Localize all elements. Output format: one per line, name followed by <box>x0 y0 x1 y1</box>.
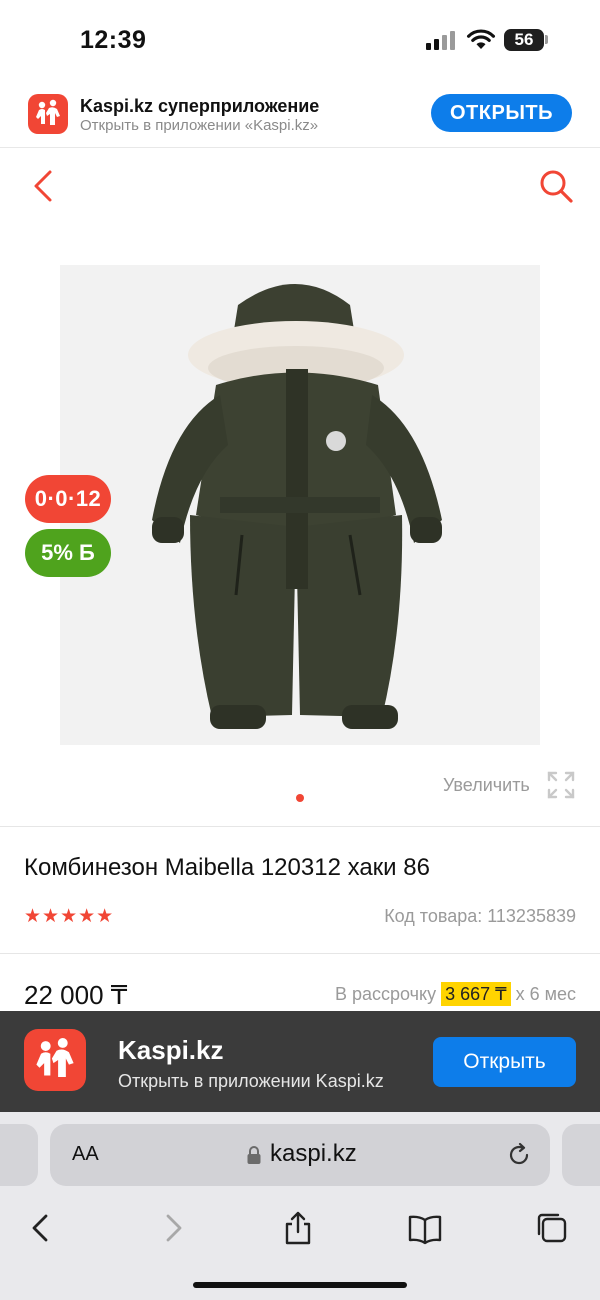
cellular-signal-icon <box>426 30 458 50</box>
kaspi-bar-subtitle: Открыть в приложении Kaspi.kz <box>118 1071 384 1091</box>
search-icon[interactable] <box>538 168 574 204</box>
tabs-icon[interactable] <box>534 1210 570 1246</box>
installment-badge: 0·0·12 <box>25 475 111 523</box>
lock-icon <box>247 1146 261 1164</box>
zoom-label[interactable]: Увеличить <box>443 775 530 796</box>
smart-app-banner: Kaspi.kz суперприложение Открыть в прило… <box>0 78 600 148</box>
banner-subtitle: Открыть в приложении «Kaspi.kz» <box>80 117 319 134</box>
product-image[interactable] <box>60 265 540 745</box>
gallery-dot-active[interactable] <box>296 794 304 802</box>
kaspi-bar-title: Kaspi.kz <box>118 1035 224 1065</box>
back-chevron-icon[interactable] <box>30 168 60 204</box>
installment-prefix: В рассрочку <box>334 984 437 1004</box>
share-icon[interactable] <box>280 1210 316 1246</box>
url-text[interactable]: kaspi.kz <box>270 1140 357 1168</box>
rating-stars[interactable]: ★★★★★ <box>24 905 114 928</box>
home-indicator[interactable] <box>193 1282 407 1288</box>
bonus-badge: 5% Б <box>25 529 111 577</box>
kaspi-logo-icon <box>28 94 68 134</box>
installment-suffix: x 6 мес <box>515 984 576 1004</box>
status-time: 12:39 <box>80 26 147 54</box>
status-bar: 12:39 56 <box>0 0 600 78</box>
next-tab-preview[interactable] <box>562 1124 600 1186</box>
product-price: 22 000 ₸ <box>24 980 128 1010</box>
divider <box>0 826 600 827</box>
prev-tab-preview[interactable] <box>0 1124 38 1186</box>
product-photo-illustration <box>60 265 540 745</box>
back-icon[interactable] <box>24 1210 60 1246</box>
battery-icon: 56 <box>504 29 544 51</box>
kaspi-open-app-bar: Kaspi.kz Открыть в приложении Kaspi.kz О… <box>0 1011 600 1112</box>
bookmarks-icon[interactable] <box>407 1210 443 1246</box>
address-bar[interactable]: AA kaspi.kz <box>50 1124 550 1186</box>
zoom-expand-icon[interactable] <box>546 770 576 800</box>
wifi-icon <box>467 29 495 49</box>
aa-label: AA <box>72 1143 99 1165</box>
product-title: Комбинезон Maibella 120312 хаки 86 <box>24 854 430 881</box>
reload-icon[interactable] <box>506 1142 532 1168</box>
divider <box>0 953 600 954</box>
kaspi-logo-icon <box>24 1029 86 1091</box>
product-code: Код товара: 113235839 <box>384 906 576 926</box>
banner-title: Kaspi.kz суперприложение <box>80 96 320 116</box>
battery-tip <box>545 35 548 44</box>
banner-open-button[interactable]: ОТКРЫТЬ <box>431 94 572 132</box>
browser-toolbar: AA kaspi.kz <box>0 1112 600 1300</box>
reader-settings-button[interactable]: AA <box>72 1143 99 1166</box>
installment-amount: 3 667 ₸ <box>441 982 511 1006</box>
installment-info: В рассрочку 3 667 ₸ x 6 мес <box>334 982 576 1006</box>
kaspi-open-button[interactable]: Открыть <box>433 1037 576 1087</box>
forward-icon[interactable] <box>154 1210 190 1246</box>
